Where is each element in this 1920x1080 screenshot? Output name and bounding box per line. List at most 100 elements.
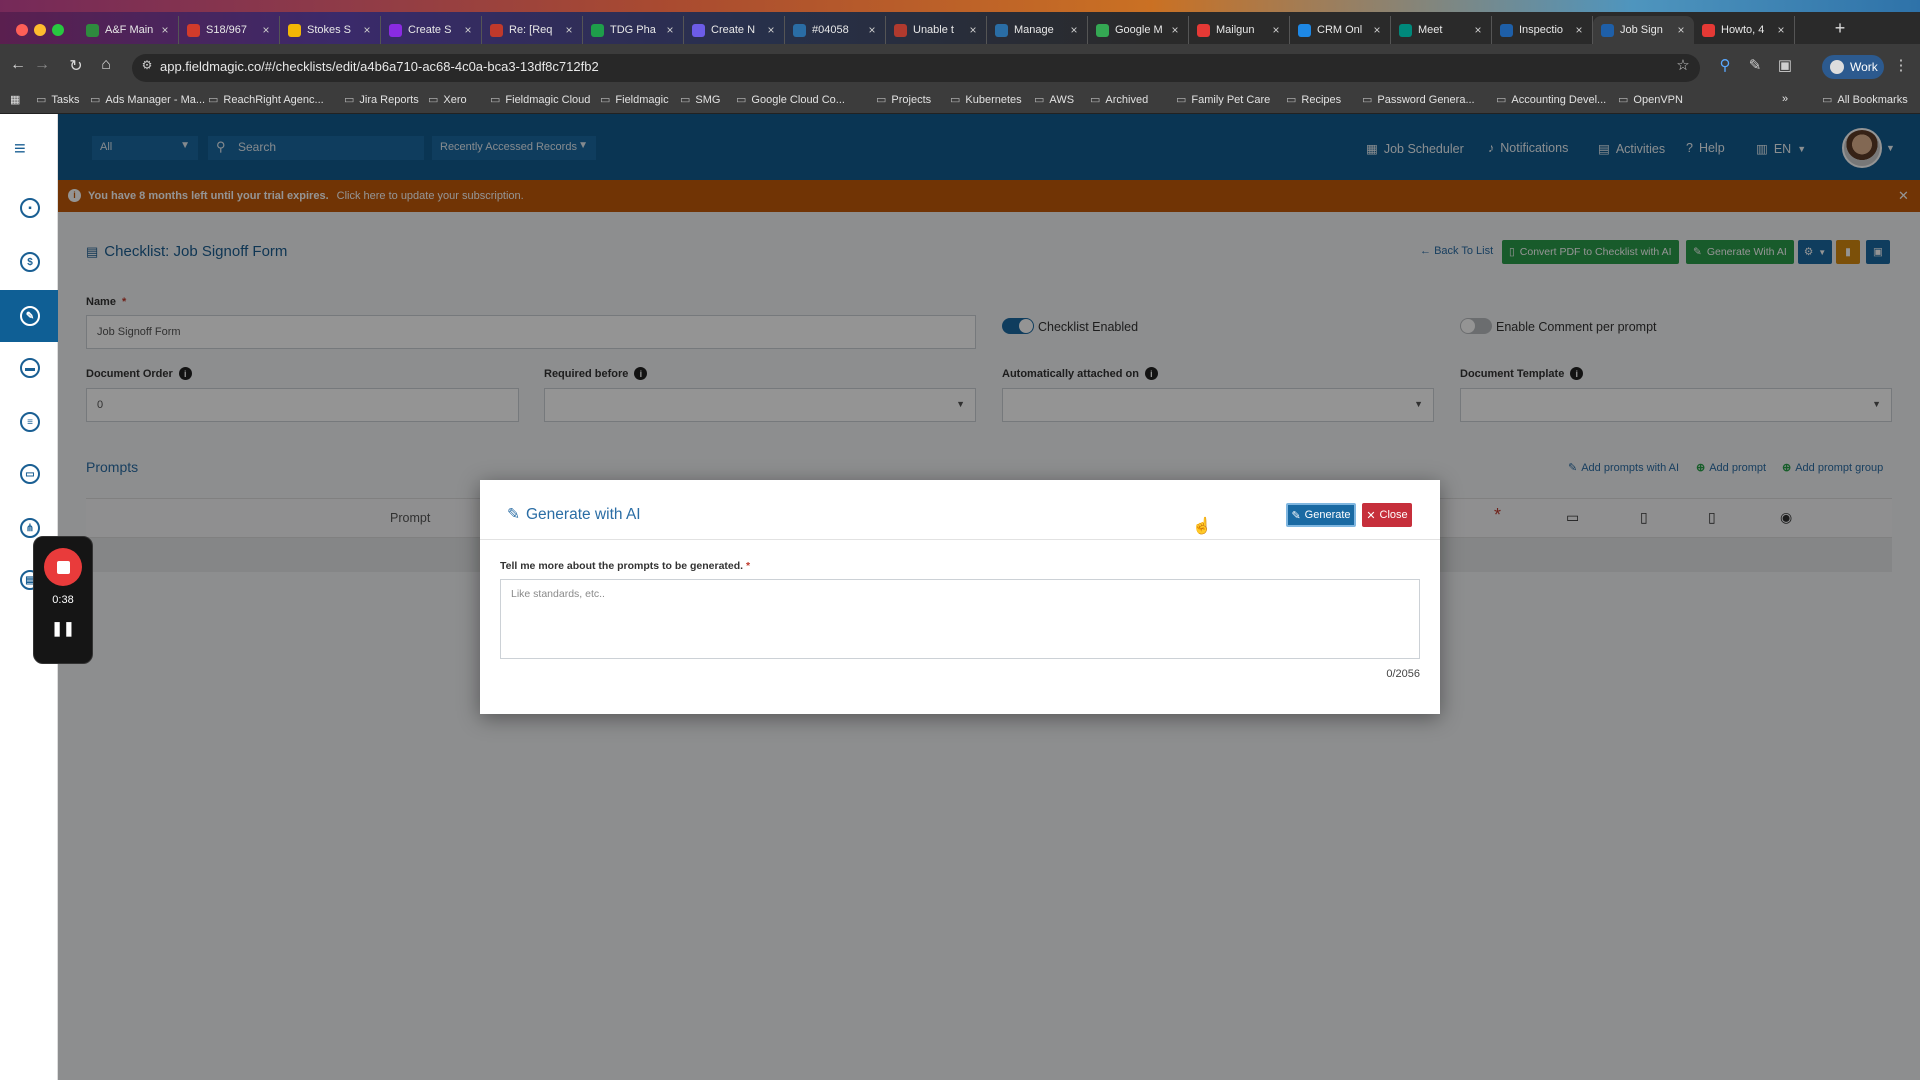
reload-icon[interactable]: ↻ bbox=[66, 56, 86, 76]
close-icon: ✕ bbox=[1366, 509, 1376, 522]
all-bookmarks[interactable]: ▭ All Bookmarks bbox=[1822, 93, 1908, 107]
extension-pen-icon[interactable]: ✎ bbox=[1744, 56, 1766, 74]
forward-arrow-icon[interactable]: → bbox=[32, 56, 52, 74]
bookmark-item[interactable]: ▭ AWS bbox=[1034, 93, 1074, 107]
browser-tab[interactable]: Mailgun × bbox=[1189, 16, 1290, 44]
extension-search-icon[interactable]: ⚲ bbox=[1714, 56, 1736, 74]
sidebar-wallet-icon[interactable]: ▭ bbox=[20, 464, 40, 484]
bookmark-item[interactable]: ▭ Fieldmagic Cloud bbox=[490, 93, 590, 107]
tab-close-icon[interactable]: × bbox=[1471, 23, 1485, 37]
prompt-description-textarea[interactable] bbox=[500, 579, 1420, 659]
sidebar-wrench-icon[interactable]: ✎ bbox=[20, 306, 40, 326]
bookmark-item[interactable]: ▭ ReachRight Agenc... bbox=[208, 93, 324, 107]
sidebar-contacts-icon[interactable]: ▪ bbox=[20, 198, 40, 218]
tab-close-icon[interactable]: × bbox=[663, 23, 677, 37]
sidebar-billing-icon[interactable]: $ bbox=[20, 252, 40, 272]
sidebar-drawer-icon[interactable]: ≡ bbox=[20, 412, 40, 432]
generate-button[interactable]: ✎ Generate bbox=[1286, 503, 1356, 527]
browser-tab[interactable]: TDG Pha × bbox=[583, 16, 684, 44]
bookmark-item[interactable]: ▭ Ads Manager - Ma... bbox=[90, 93, 206, 107]
tab-label: Create N bbox=[711, 24, 756, 36]
bookmark-item[interactable]: ▭ Family Pet Care bbox=[1176, 93, 1270, 107]
site-info-icon[interactable]: ⚙ bbox=[136, 58, 158, 72]
browser-tab[interactable]: Create N × bbox=[684, 16, 785, 44]
window-close-button[interactable] bbox=[16, 24, 28, 36]
bookmark-item[interactable]: ▭ OpenVPN bbox=[1618, 93, 1683, 107]
folder-icon: ▭ bbox=[344, 94, 355, 106]
tab-close-icon[interactable]: × bbox=[1269, 23, 1283, 37]
bookmark-label: SMG bbox=[695, 93, 721, 106]
profile-button[interactable]: Work bbox=[1822, 55, 1884, 79]
sidebar-briefcase-icon[interactable]: ▬ bbox=[20, 358, 40, 378]
tab-label: Job Sign bbox=[1620, 24, 1663, 36]
window-zoom-button[interactable] bbox=[52, 24, 64, 36]
bookmark-label: OpenVPN bbox=[1633, 93, 1683, 106]
folder-icon: ▭ bbox=[1286, 94, 1297, 106]
bookmark-star-icon[interactable]: ☆ bbox=[1672, 56, 1694, 74]
browser-menu-icon[interactable]: ⋮ bbox=[1890, 56, 1912, 74]
tab-close-icon[interactable]: × bbox=[461, 23, 475, 37]
browser-tab[interactable]: Unable t × bbox=[886, 16, 987, 44]
window-minimize-button[interactable] bbox=[34, 24, 46, 36]
tab-close-icon[interactable]: × bbox=[158, 23, 172, 37]
browser-tab[interactable]: Howto, 4 × bbox=[1694, 16, 1795, 44]
bookmark-item[interactable]: ▭ Password Genera... bbox=[1362, 93, 1475, 107]
tab-label: CRM Onl bbox=[1317, 24, 1363, 36]
pause-recording-button[interactable]: ❚❚ bbox=[33, 620, 93, 637]
tab-close-icon[interactable]: × bbox=[1067, 23, 1081, 37]
menu-hamburger-icon[interactable]: ≡ bbox=[14, 138, 26, 161]
browser-tab[interactable]: Inspectio × bbox=[1492, 16, 1593, 44]
apps-grid-icon[interactable]: ▦ bbox=[10, 93, 20, 106]
browser-tab[interactable]: Job Sign × bbox=[1593, 16, 1694, 44]
browser-tab[interactable]: Manage × bbox=[987, 16, 1088, 44]
bookmark-item[interactable]: ▭ Accounting Devel... bbox=[1496, 93, 1606, 107]
browser-tab[interactable]: Stokes S × bbox=[280, 16, 381, 44]
modal-close-button[interactable]: ✕ Close bbox=[1362, 503, 1412, 527]
browser-tab[interactable]: S18/967 × bbox=[179, 16, 280, 44]
extensions-icon[interactable]: ▣ bbox=[1774, 56, 1796, 74]
bookmark-item[interactable]: ▭ Projects bbox=[876, 93, 931, 107]
tab-close-icon[interactable]: × bbox=[360, 23, 374, 37]
tab-close-icon[interactable]: × bbox=[1168, 23, 1182, 37]
new-tab-button[interactable]: + bbox=[1828, 18, 1852, 39]
tab-close-icon[interactable]: × bbox=[966, 23, 980, 37]
tab-close-icon[interactable]: × bbox=[1370, 23, 1384, 37]
bookmark-item[interactable]: ▭ SMG bbox=[680, 93, 721, 107]
bookmark-item[interactable]: ▭ Kubernetes bbox=[950, 93, 1022, 107]
sidebar-workflow-icon[interactable]: ⋔ bbox=[20, 518, 40, 538]
tab-close-icon[interactable]: × bbox=[1774, 23, 1788, 37]
bookmark-item[interactable]: ▭ Jira Reports bbox=[344, 93, 419, 107]
browser-tab[interactable]: CRM Onl × bbox=[1290, 16, 1391, 44]
browser-tab[interactable]: Meet × bbox=[1391, 16, 1492, 44]
folder-icon: ▭ bbox=[1362, 94, 1373, 106]
browser-tab[interactable]: #04058 × bbox=[785, 16, 886, 44]
bookmark-item[interactable]: ▭ Tasks bbox=[36, 93, 80, 107]
tab-close-icon[interactable]: × bbox=[764, 23, 778, 37]
more-bookmarks-icon[interactable]: » bbox=[1782, 93, 1788, 105]
bookmark-label: Ads Manager - Ma... bbox=[105, 93, 206, 106]
bookmark-item[interactable]: ▭ Archived bbox=[1090, 93, 1148, 107]
bookmark-item[interactable]: ▭ Recipes bbox=[1286, 93, 1341, 107]
bookmark-item[interactable]: ▭ Xero bbox=[428, 93, 467, 107]
stop-recording-button[interactable] bbox=[44, 548, 82, 586]
bookmark-item[interactable]: ▭ Google Cloud Co... bbox=[736, 93, 845, 107]
browser-tab[interactable]: Create S × bbox=[381, 16, 482, 44]
back-arrow-icon[interactable]: ← bbox=[8, 56, 28, 74]
tab-favicon-icon bbox=[288, 23, 301, 37]
folder-icon: ▭ bbox=[428, 94, 439, 106]
folder-icon: ▭ bbox=[680, 94, 691, 106]
tab-close-icon[interactable]: × bbox=[1572, 23, 1586, 37]
all-bookmarks-label: All Bookmarks bbox=[1837, 93, 1908, 106]
tab-close-icon[interactable]: × bbox=[562, 23, 576, 37]
profile-label: Work bbox=[1850, 60, 1878, 74]
tab-close-icon[interactable]: × bbox=[1674, 23, 1688, 37]
home-icon[interactable]: ⌂ bbox=[96, 56, 116, 74]
browser-tab[interactable]: A&F Main × bbox=[78, 16, 179, 44]
bookmark-item[interactable]: ▭ Fieldmagic bbox=[600, 93, 669, 107]
folder-icon: ▭ bbox=[1618, 94, 1629, 106]
browser-tab[interactable]: Re: [Req × bbox=[482, 16, 583, 44]
tab-close-icon[interactable]: × bbox=[259, 23, 273, 37]
tab-favicon-icon bbox=[894, 23, 907, 37]
tab-close-icon[interactable]: × bbox=[865, 23, 879, 37]
browser-tab[interactable]: Google M × bbox=[1088, 16, 1189, 44]
